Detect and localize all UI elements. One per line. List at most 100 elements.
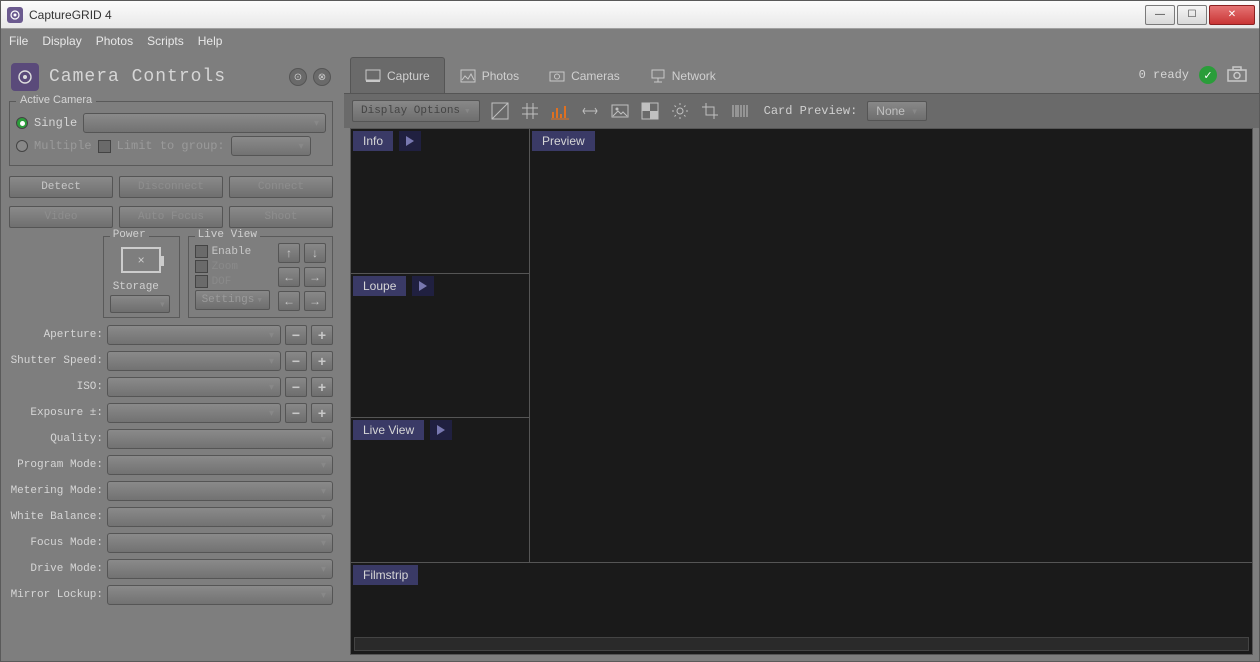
grid-icon[interactable] bbox=[520, 101, 540, 121]
crop-icon[interactable] bbox=[700, 101, 720, 121]
tab-capture[interactable]: Capture bbox=[350, 57, 445, 93]
autofocus-button[interactable]: Auto Focus bbox=[119, 206, 223, 228]
exposure-minus[interactable]: − bbox=[285, 403, 307, 423]
fit-width-icon[interactable] bbox=[580, 101, 600, 121]
shutter-minus[interactable]: − bbox=[285, 351, 307, 371]
detect-button[interactable]: Detect bbox=[9, 176, 113, 198]
single-camera-select[interactable] bbox=[83, 113, 326, 133]
shutter-plus[interactable]: + bbox=[311, 351, 333, 371]
lv-enable-checkbox[interactable] bbox=[195, 245, 208, 258]
image-icon[interactable] bbox=[610, 101, 630, 121]
iso-select[interactable] bbox=[107, 377, 281, 397]
brightness-icon[interactable] bbox=[670, 101, 690, 121]
metering-select[interactable] bbox=[107, 481, 333, 501]
lv-dof-label: DOF bbox=[212, 276, 232, 288]
liveview-play-button[interactable] bbox=[430, 420, 452, 440]
program-label: Program Mode: bbox=[9, 459, 103, 471]
aperture-select[interactable] bbox=[107, 325, 281, 345]
tab-network[interactable]: Network bbox=[635, 57, 731, 93]
menubar: File Display Photos Scripts Help bbox=[1, 29, 1259, 53]
focus-select[interactable] bbox=[107, 533, 333, 553]
workspace: Info Loupe Live View Preview Films bbox=[350, 128, 1253, 655]
single-label: Single bbox=[34, 116, 77, 130]
nav-right-button[interactable]: → bbox=[304, 267, 326, 287]
info-tab[interactable]: Info bbox=[353, 131, 393, 151]
shoot-button[interactable]: Shoot bbox=[229, 206, 333, 228]
card-preview-label: Card Preview: bbox=[764, 104, 858, 118]
iso-plus[interactable]: + bbox=[311, 377, 333, 397]
lv-settings-button[interactable]: Settings bbox=[195, 290, 270, 310]
filmstrip-panel: Filmstrip bbox=[350, 563, 1253, 655]
single-radio[interactable] bbox=[16, 117, 28, 129]
nav-up-button[interactable]: ↑ bbox=[278, 243, 300, 263]
tab-photos[interactable]: Photos bbox=[445, 57, 534, 93]
quality-select[interactable] bbox=[107, 429, 333, 449]
card-preview-select[interactable]: None bbox=[867, 101, 927, 121]
disconnect-button[interactable]: Disconnect bbox=[119, 176, 223, 198]
status-ok-icon: ✓ bbox=[1199, 66, 1217, 84]
filmstrip-scrollbar[interactable] bbox=[354, 637, 1249, 651]
display-options-button[interactable]: Display Options bbox=[352, 100, 480, 122]
tab-network-label: Network bbox=[672, 69, 716, 83]
metering-label: Metering Mode: bbox=[9, 485, 103, 497]
lv-enable-label: Enable bbox=[212, 246, 252, 258]
exposure-plus[interactable]: + bbox=[311, 403, 333, 423]
panel-title: Camera Controls bbox=[49, 67, 283, 87]
tab-cameras[interactable]: Cameras bbox=[534, 57, 635, 93]
aperture-label: Aperture: bbox=[9, 329, 103, 341]
window-title: CaptureGRID 4 bbox=[29, 8, 1145, 22]
storage-title: Storage bbox=[110, 281, 173, 293]
menu-photos[interactable]: Photos bbox=[96, 34, 133, 48]
nav-down-button[interactable]: ↓ bbox=[304, 243, 326, 263]
menu-display[interactable]: Display bbox=[42, 34, 81, 48]
shutter-select[interactable] bbox=[107, 351, 281, 371]
checker-icon[interactable] bbox=[640, 101, 660, 121]
capture-camera-icon[interactable] bbox=[1227, 66, 1247, 85]
info-play-button[interactable] bbox=[399, 131, 421, 151]
drive-select[interactable] bbox=[107, 559, 333, 579]
connect-button[interactable]: Connect bbox=[229, 176, 333, 198]
iso-minus[interactable]: − bbox=[285, 377, 307, 397]
limit-group-select[interactable] bbox=[231, 136, 311, 156]
info-panel: Info bbox=[351, 129, 529, 274]
wb-select[interactable] bbox=[107, 507, 333, 527]
barcode-icon[interactable] bbox=[730, 101, 750, 121]
filmstrip-tab[interactable]: Filmstrip bbox=[353, 565, 418, 585]
tab-bar: Capture Photos Cameras Network 0 ready ✓ bbox=[344, 53, 1259, 93]
aperture-minus[interactable]: − bbox=[285, 325, 307, 345]
menu-file[interactable]: File bbox=[9, 34, 28, 48]
tab-photos-label: Photos bbox=[482, 69, 519, 83]
nav-prev-button[interactable]: ← bbox=[278, 291, 300, 311]
shutter-label: Shutter Speed: bbox=[9, 355, 103, 367]
maximize-button[interactable]: ☐ bbox=[1177, 5, 1207, 25]
loupe-panel: Loupe bbox=[351, 274, 529, 419]
histogram-icon[interactable] bbox=[550, 101, 570, 121]
power-title: Power bbox=[110, 229, 149, 241]
lv-zoom-checkbox[interactable] bbox=[195, 260, 208, 273]
focus-label: Focus Mode: bbox=[9, 537, 103, 549]
app-icon bbox=[7, 7, 23, 23]
menu-help[interactable]: Help bbox=[198, 34, 223, 48]
video-button[interactable]: Video bbox=[9, 206, 113, 228]
storage-select[interactable] bbox=[110, 295, 170, 313]
levels-icon[interactable] bbox=[490, 101, 510, 121]
nav-next-button[interactable]: → bbox=[304, 291, 326, 311]
close-button[interactable]: ✕ bbox=[1209, 5, 1255, 25]
loupe-play-button[interactable] bbox=[412, 276, 434, 296]
aperture-plus[interactable]: + bbox=[311, 325, 333, 345]
multiple-radio[interactable] bbox=[16, 140, 28, 152]
preview-tab[interactable]: Preview bbox=[532, 131, 595, 151]
lv-dof-checkbox[interactable] bbox=[195, 275, 208, 288]
iso-label: ISO: bbox=[9, 381, 103, 393]
panel-close-button[interactable]: ⊗ bbox=[313, 68, 331, 86]
limit-group-checkbox[interactable] bbox=[98, 140, 111, 153]
program-select[interactable] bbox=[107, 455, 333, 475]
exposure-select[interactable] bbox=[107, 403, 281, 423]
mirror-select[interactable] bbox=[107, 585, 333, 605]
menu-scripts[interactable]: Scripts bbox=[147, 34, 184, 48]
nav-left-button[interactable]: ← bbox=[278, 267, 300, 287]
liveview-tab[interactable]: Live View bbox=[353, 420, 424, 440]
minimize-button[interactable]: — bbox=[1145, 5, 1175, 25]
panel-target-button[interactable]: ⊙ bbox=[289, 68, 307, 86]
loupe-tab[interactable]: Loupe bbox=[353, 276, 406, 296]
